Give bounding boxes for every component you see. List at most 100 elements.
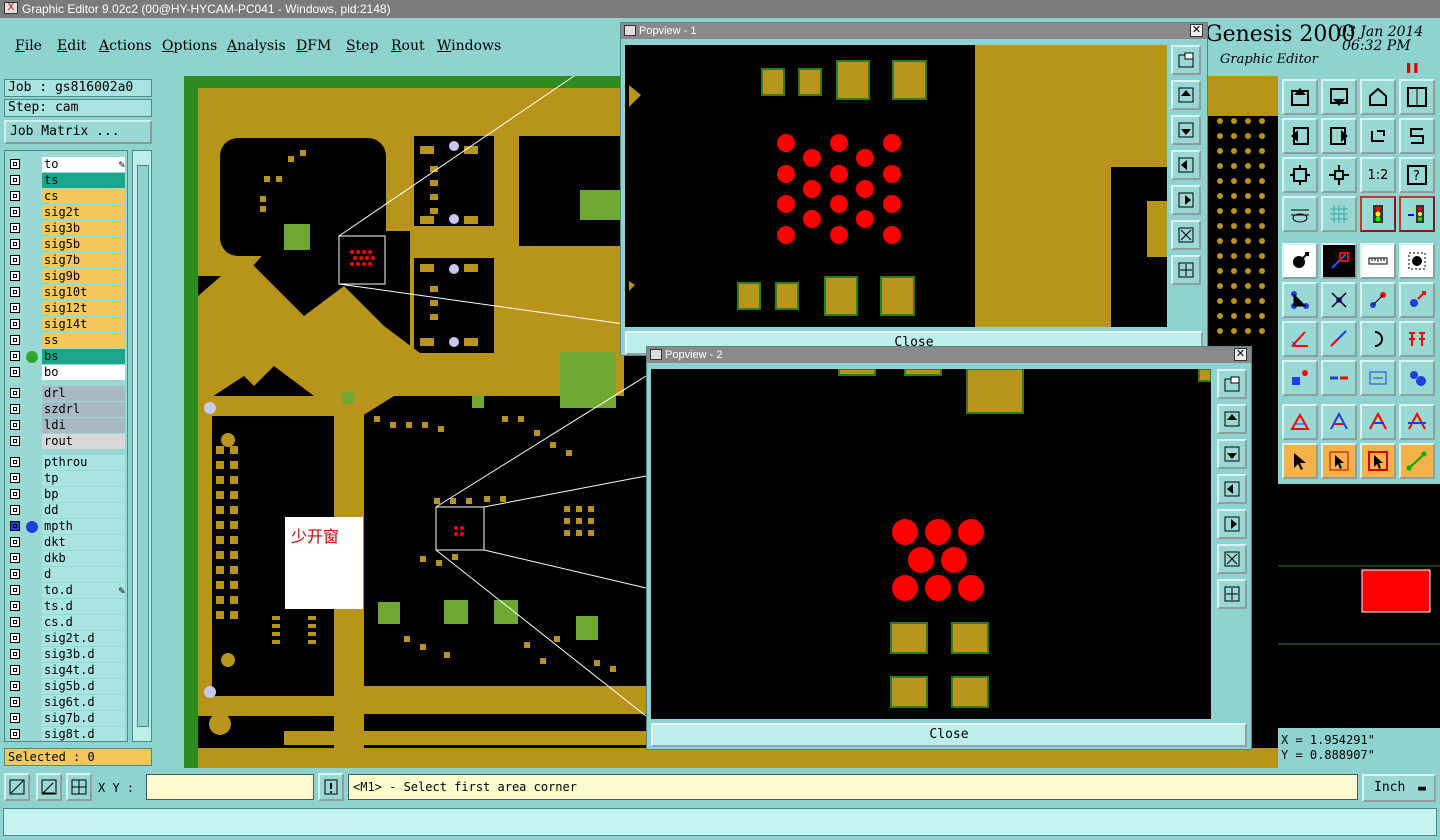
layer-row[interactable]: sig7b.d [5,711,127,727]
layer-row[interactable]: sig14t [5,317,127,333]
layer-checkbox[interactable] [10,617,20,627]
popview-1-close-icon[interactable]: ✕ [1190,24,1203,37]
layer-checkbox[interactable] [10,713,20,723]
layer-name[interactable]: drl [42,386,125,401]
layer-name[interactable]: szdrl [42,402,125,417]
pan-left-icon[interactable] [1171,150,1201,180]
move-node-icon[interactable] [1360,282,1396,318]
ruler-icon[interactable] [1360,243,1396,279]
layer-checkbox[interactable] [10,303,20,313]
layer-checkbox[interactable] [10,207,20,217]
layer-row[interactable]: bo [5,365,127,381]
layer-name[interactable]: sig9b [42,269,125,284]
layer-name[interactable]: sig10t [42,285,125,300]
layer-row[interactable]: sig5b [5,237,127,253]
layer-name[interactable]: dkb [42,551,125,566]
job-matrix-button[interactable]: Job Matrix ... [4,120,152,144]
popview-2-titlebar[interactable]: Popview - 2 ✕ [647,347,1251,363]
layer-row[interactable]: sig4t.d [5,663,127,679]
layer-name[interactable]: dkt [42,535,125,550]
layer-checkbox[interactable] [10,681,20,691]
layer-row[interactable]: dd [5,503,127,519]
grid-icon[interactable] [1321,196,1357,232]
layer-checkbox[interactable] [10,585,20,595]
menu-options[interactable]: Options [162,38,217,54]
scale-1-2-icon[interactable]: 1:2 [1360,157,1396,193]
select-area-icon[interactable] [1360,443,1396,479]
layer-name[interactable]: sig5b.d [42,679,125,694]
delete-node-icon[interactable] [1321,282,1357,318]
diagonal-line-icon[interactable] [1321,321,1357,357]
line-split-icon[interactable] [1321,360,1357,396]
view-left-icon[interactable] [1282,118,1318,154]
layer-checkbox[interactable] [10,473,20,483]
layer-checkbox[interactable] [10,489,20,499]
layer-row[interactable]: pthrou [5,455,127,471]
layer-name[interactable]: sig3b [42,221,125,236]
layer-row[interactable]: sig8t.d [5,727,127,741]
pan-up-icon[interactable] [1171,80,1201,110]
layer-checkbox[interactable] [10,388,20,398]
layer-name[interactable]: sig14t [42,317,125,332]
snap-icon[interactable] [4,773,30,801]
zoom-fit-icon[interactable] [1217,544,1247,574]
overview-map[interactable] [1278,484,1440,728]
layer-checkbox[interactable] [10,601,20,611]
layer-name[interactable]: ts.d [42,599,125,614]
layer-row[interactable]: d [5,567,127,583]
layer-checkbox[interactable] [10,420,20,430]
layer-row[interactable]: ss [5,333,127,349]
layer-row[interactable]: dkt [5,535,127,551]
layer-checkbox[interactable] [10,404,20,414]
layer-row[interactable]: dkb [5,551,127,567]
select-pad-icon[interactable] [1399,243,1435,279]
layer-row[interactable]: cs [5,189,127,205]
triangle-split-icon[interactable] [1399,404,1435,440]
snap-node-icon[interactable] [1399,282,1435,318]
layer-name[interactable]: to [42,157,125,172]
split-view-icon[interactable] [1399,79,1435,115]
menu-windows[interactable]: Windows [437,38,501,54]
layer-name[interactable]: sig7b [42,253,125,268]
layer-row[interactable]: sig7b [5,253,127,269]
triangle-blue-icon[interactable] [1321,404,1357,440]
zoom-home-icon[interactable] [1217,579,1247,609]
layer-name[interactable]: bp [42,487,125,502]
layer-name[interactable]: ldi [42,418,125,433]
layer-name[interactable]: bo [42,365,125,380]
menu-analysis[interactable]: Analysis [227,38,286,54]
layer-checkbox[interactable] [10,223,20,233]
layer-name[interactable]: to.d [42,583,125,598]
pause-icon[interactable]: ❚❚ [1405,60,1419,74]
layer-name[interactable]: pthrou [42,455,125,470]
traffic-light-icon[interactable] [1360,196,1396,232]
layer-name[interactable]: cs.d [42,615,125,630]
angle-line-icon[interactable] [1282,321,1318,357]
arc-icon[interactable] [1360,321,1396,357]
rotate-icon[interactable] [1360,118,1396,154]
layer-row[interactable]: ts [5,173,127,189]
popview-1-titlebar[interactable]: Popview - 1 ✕ [621,23,1207,39]
layer-row[interactable]: sig12t [5,301,127,317]
add-line-icon[interactable] [1321,243,1357,279]
cluster-icon[interactable] [1399,360,1435,396]
layer-row[interactable]: ts.d [5,599,127,615]
layer-checkbox[interactable] [10,569,20,579]
layer-name[interactable]: sig3b.d [42,647,125,662]
layer-checkbox[interactable] [10,351,20,361]
layer-row[interactable]: ldi [5,418,127,434]
layer-checkbox[interactable] [10,319,20,329]
layer-row[interactable]: sig2t.d [5,631,127,647]
measure-icon[interactable] [1360,360,1396,396]
menu-dfm[interactable]: DFM [296,38,331,54]
menu-file[interactable]: File [15,38,42,54]
popview-1-canvas[interactable] [625,45,1167,327]
layer-row[interactable]: sig10t [5,285,127,301]
pan-left-icon[interactable] [1217,474,1247,504]
layer-checkbox[interactable] [10,633,20,643]
triangle-outline-icon[interactable] [1282,404,1318,440]
zoom-window-icon[interactable] [1171,45,1201,75]
select-box-icon[interactable] [1321,443,1357,479]
layer-checkbox[interactable] [10,457,20,467]
layer-name[interactable]: sig4t.d [42,663,125,678]
